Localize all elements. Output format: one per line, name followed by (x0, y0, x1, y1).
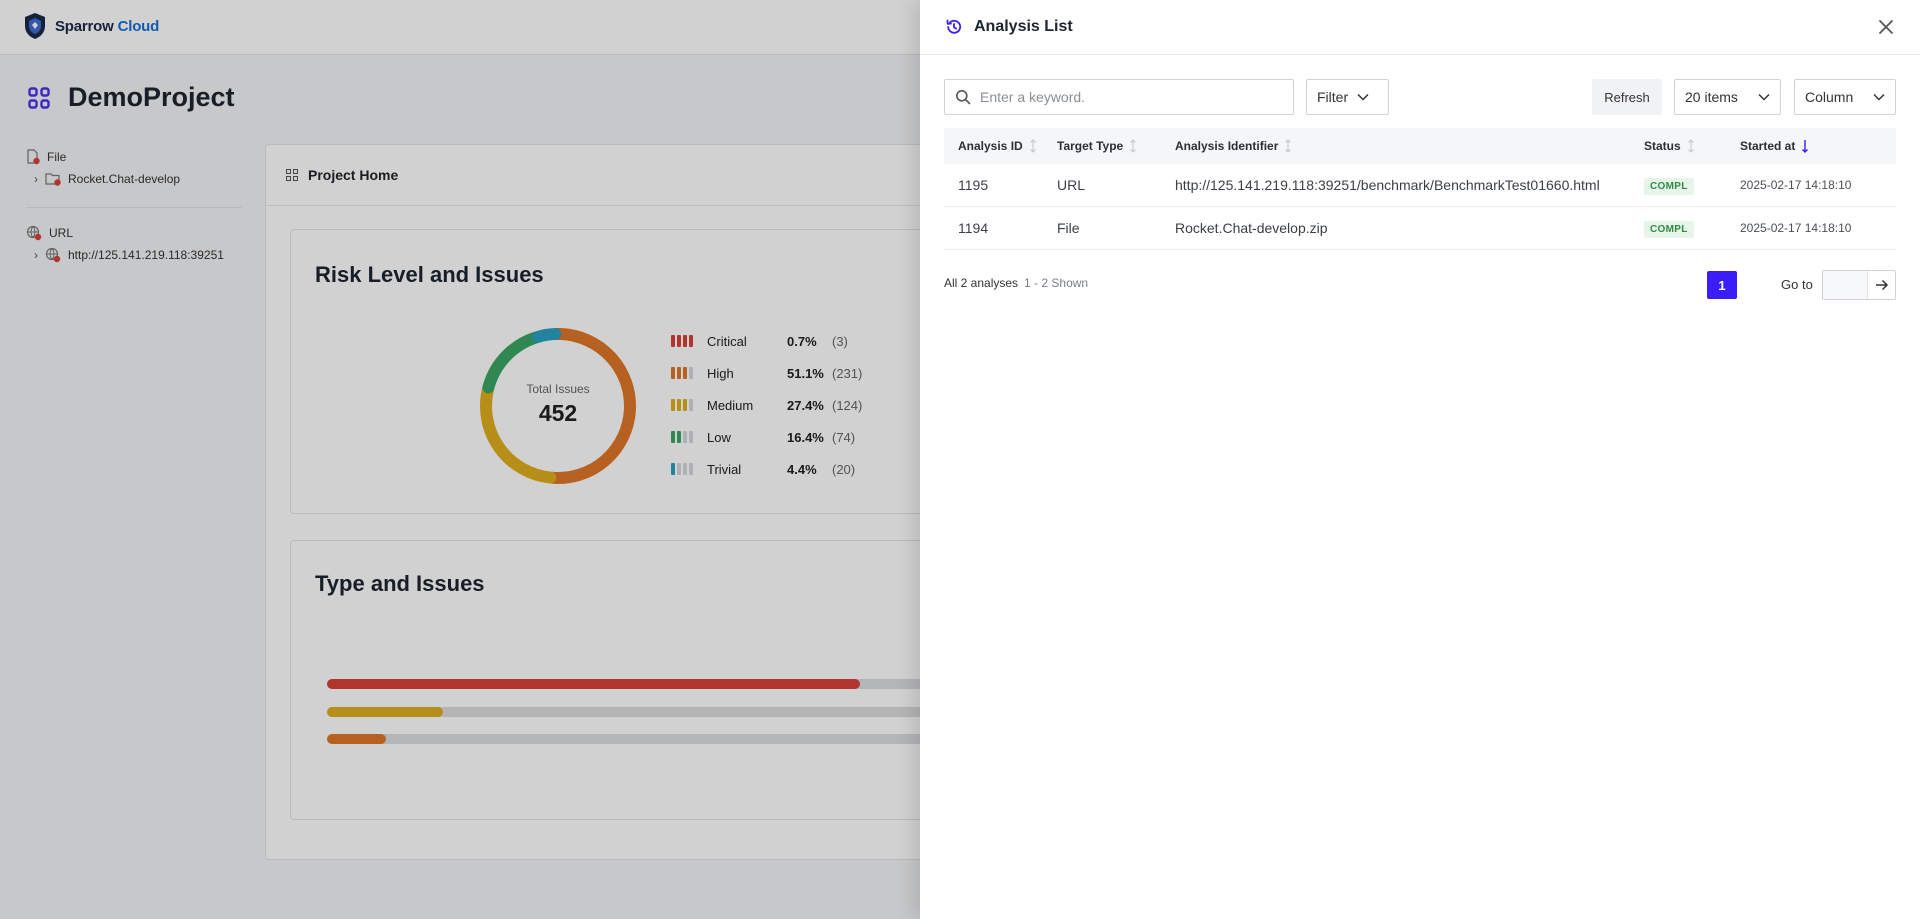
goto-button[interactable] (1867, 271, 1895, 299)
cell-status: COMPL (1644, 176, 1740, 195)
cell-analysis-id: 1194 (958, 220, 989, 236)
summary-total: All 2 analyses (944, 276, 1019, 290)
summary-shown: 1 - 2 Shown (1024, 276, 1089, 290)
page-size-select[interactable]: 20 items (1674, 79, 1781, 115)
analysis-list-drawer: Analysis List Filter Refresh 20 items Co… (920, 0, 1920, 919)
filter-label: Filter (1317, 89, 1349, 105)
filter-button[interactable]: Filter (1306, 79, 1389, 115)
sort-icon[interactable] (1029, 139, 1037, 153)
goto-label: Go to (1781, 277, 1813, 292)
drawer-title: Analysis List (974, 18, 1073, 35)
goto-control (1822, 270, 1896, 300)
col-header-analysis-identifier[interactable]: Analysis Identifier (1175, 139, 1644, 153)
close-icon (1879, 20, 1893, 34)
refresh-button[interactable]: Refresh (1592, 79, 1662, 115)
column-select[interactable]: Column (1794, 79, 1896, 115)
page-1-button[interactable]: 1 (1707, 271, 1737, 299)
history-icon (946, 19, 962, 34)
column-select-label: Column (1805, 89, 1854, 105)
col-header-target-type[interactable]: Target Type (1057, 139, 1175, 153)
cell-target-type: URL (1057, 177, 1086, 193)
goto-page-input[interactable] (1823, 271, 1867, 299)
table-header: Analysis ID Target Type Analysis Identif… (944, 128, 1896, 164)
sort-icon[interactable] (1687, 139, 1695, 153)
table-row[interactable]: 1194 File Rocket.Chat-develop.zip COMPL … (944, 207, 1896, 250)
search-icon (956, 90, 971, 105)
page-size-value: 20 items (1685, 89, 1738, 105)
drawer-header: Analysis List (920, 0, 1920, 55)
refresh-label: Refresh (1604, 89, 1650, 105)
cell-started-at: 2025-02-17 14:18:10 (1740, 221, 1852, 235)
cell-analysis-identifier[interactable]: Rocket.Chat-develop.zip (1175, 220, 1644, 236)
cell-analysis-id: 1195 (958, 177, 989, 193)
chevron-down-icon (1873, 93, 1885, 101)
col-header-started-at[interactable]: Started at (1740, 139, 1896, 153)
cell-status: COMPL (1644, 219, 1740, 238)
status-badge: COMPL (1644, 220, 1694, 238)
sort-icon[interactable] (1129, 139, 1137, 153)
pagination-summary: All 2 analyses 1 - 2 Shown (944, 276, 1088, 290)
close-button[interactable] (1876, 17, 1896, 37)
search-box[interactable] (944, 79, 1294, 115)
chevron-down-icon (1758, 93, 1770, 101)
sort-icon[interactable] (1284, 139, 1292, 153)
cell-target-type: File (1057, 220, 1080, 236)
arrow-right-icon (1875, 279, 1888, 291)
status-badge: COMPL (1644, 177, 1694, 195)
search-input[interactable] (980, 89, 1270, 105)
sort-desc-icon[interactable] (1801, 139, 1809, 153)
cell-started-at: 2025-02-17 14:18:10 (1740, 178, 1852, 192)
analysis-table: Analysis ID Target Type Analysis Identif… (944, 128, 1896, 250)
col-header-status[interactable]: Status (1644, 139, 1740, 153)
chevron-down-icon (1357, 93, 1369, 101)
col-header-analysis-id[interactable]: Analysis ID (944, 139, 1057, 153)
cell-analysis-identifier[interactable]: http://125.141.219.118:39251/benchmark/B… (1175, 177, 1644, 193)
table-row[interactable]: 1195 URL http://125.141.219.118:39251/be… (944, 164, 1896, 207)
